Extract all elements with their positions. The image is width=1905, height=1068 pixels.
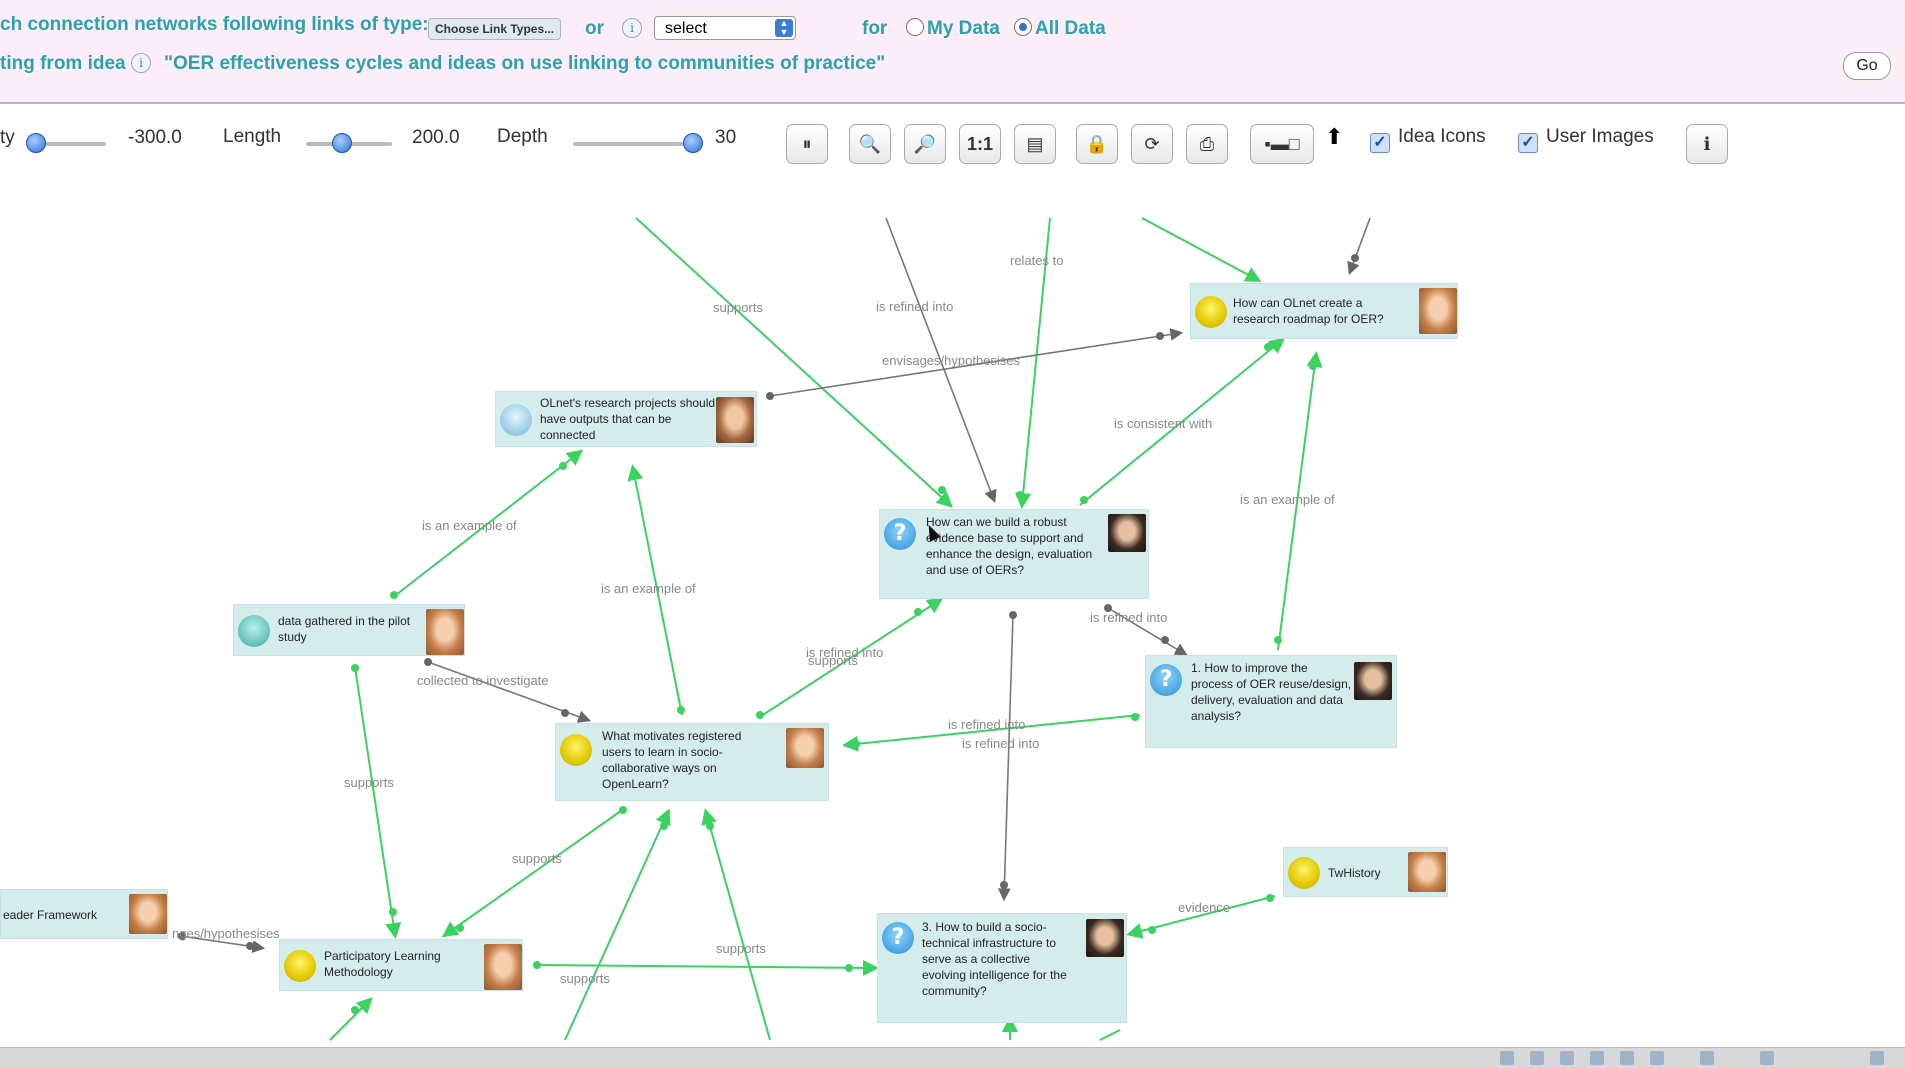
status-icon xyxy=(1700,1051,1714,1065)
edge-label: supports xyxy=(344,775,394,790)
edge-label: is refined into xyxy=(1090,610,1168,625)
node-research-projects[interactable]: OLnet's research projects should have ou… xyxy=(495,391,757,447)
node-label: Participatory Learning Methodology xyxy=(324,949,441,979)
lightbulb-icon xyxy=(1195,296,1227,328)
node-leader-framework[interactable]: eader Framework xyxy=(0,889,168,939)
edge-label: supports xyxy=(716,941,766,956)
status-icon xyxy=(1870,1051,1884,1065)
edge xyxy=(1347,217,1371,276)
node-label: How can we build a robust evidence base … xyxy=(926,515,1093,577)
node-evidence-base[interactable]: ? How can we build a robust evidence bas… xyxy=(879,509,1149,599)
edge-label: supports xyxy=(808,653,858,668)
edge-supports xyxy=(534,959,879,976)
edge-label: is an example of xyxy=(601,581,696,596)
avatar xyxy=(1108,514,1146,552)
node-label: eader Framework xyxy=(3,908,98,922)
edge-label: is an example of xyxy=(1240,492,1335,507)
edge-label: is an example of xyxy=(422,518,517,533)
edge xyxy=(1141,217,1262,282)
edge-label: evidence xyxy=(1178,900,1231,915)
edge-label: is refined into xyxy=(948,717,1026,732)
status-icon xyxy=(1500,1051,1514,1065)
edge-label: envisages/hypothesises xyxy=(882,353,1021,368)
node-label: OLnet's research projects should have ou… xyxy=(540,396,716,442)
edge-supports xyxy=(441,807,626,938)
node-label: How can OLnet create a research roadmap … xyxy=(1233,296,1384,326)
edge-label: supports xyxy=(512,851,562,866)
edge-label: supports xyxy=(560,971,610,986)
status-icon xyxy=(1590,1051,1604,1065)
edge-supports xyxy=(354,666,402,939)
node-twhistory[interactable]: TwHistory xyxy=(1283,847,1448,897)
node-pilot-data[interactable]: data gathered in the pilot study xyxy=(233,604,465,656)
avatar xyxy=(484,944,522,990)
question-icon: ? xyxy=(882,922,914,954)
status-icon xyxy=(1650,1051,1664,1065)
edge xyxy=(329,997,373,1041)
research-icon xyxy=(500,404,532,436)
status-icon xyxy=(1620,1051,1634,1065)
node-label: What motivates registered users to learn… xyxy=(602,729,742,791)
node-socio-technical[interactable]: ? 3. How to build a socio-technical infr… xyxy=(877,913,1127,1023)
node-label: TwHistory xyxy=(1328,866,1381,880)
node-label: 3. How to build a socio-technical infras… xyxy=(922,920,1067,998)
avatar xyxy=(1419,288,1457,334)
question-icon: ? xyxy=(884,518,916,550)
avatar xyxy=(426,609,464,655)
edge-label: supports xyxy=(713,300,763,315)
node-label: data gathered in the pilot study xyxy=(278,614,411,644)
edge-label: is refined into xyxy=(876,299,954,314)
avatar xyxy=(786,728,824,768)
lightbulb-icon xyxy=(1288,857,1320,889)
edge-label: is refined into xyxy=(962,736,1040,751)
data-icon xyxy=(238,615,270,647)
node-participatory[interactable]: Participatory Learning Methodology xyxy=(279,939,523,991)
status-icon xyxy=(1760,1051,1774,1065)
lightbulb-icon xyxy=(284,950,316,982)
edge xyxy=(1099,1029,1121,1041)
lightbulb-icon xyxy=(560,734,592,766)
edge-label: relates to xyxy=(1010,253,1064,268)
avatar xyxy=(1408,852,1446,892)
edge-label: is consistent with xyxy=(1114,416,1213,431)
node-improve-process[interactable]: ? 1. How to improve the process of OER r… xyxy=(1145,655,1397,748)
edge-supports xyxy=(701,808,771,1041)
status-icon xyxy=(1560,1051,1574,1065)
edge-label: nges/hypothesises xyxy=(172,926,280,941)
avatar xyxy=(1086,919,1124,957)
status-bar xyxy=(0,1047,1905,1068)
node-research-roadmap[interactable]: How can OLnet create a research roadmap … xyxy=(1190,283,1458,339)
avatar xyxy=(1354,662,1392,700)
edge-label: collected to investigate xyxy=(417,673,549,688)
node-motivates[interactable]: What motivates registered users to learn… xyxy=(555,723,829,801)
question-icon: ? xyxy=(1150,664,1182,696)
avatar xyxy=(716,397,754,443)
edge-supports xyxy=(564,808,671,1041)
node-label: 1. How to improve the process of OER reu… xyxy=(1191,661,1352,723)
edge xyxy=(997,614,1014,902)
avatar xyxy=(129,894,167,934)
status-icon xyxy=(1530,1051,1544,1065)
